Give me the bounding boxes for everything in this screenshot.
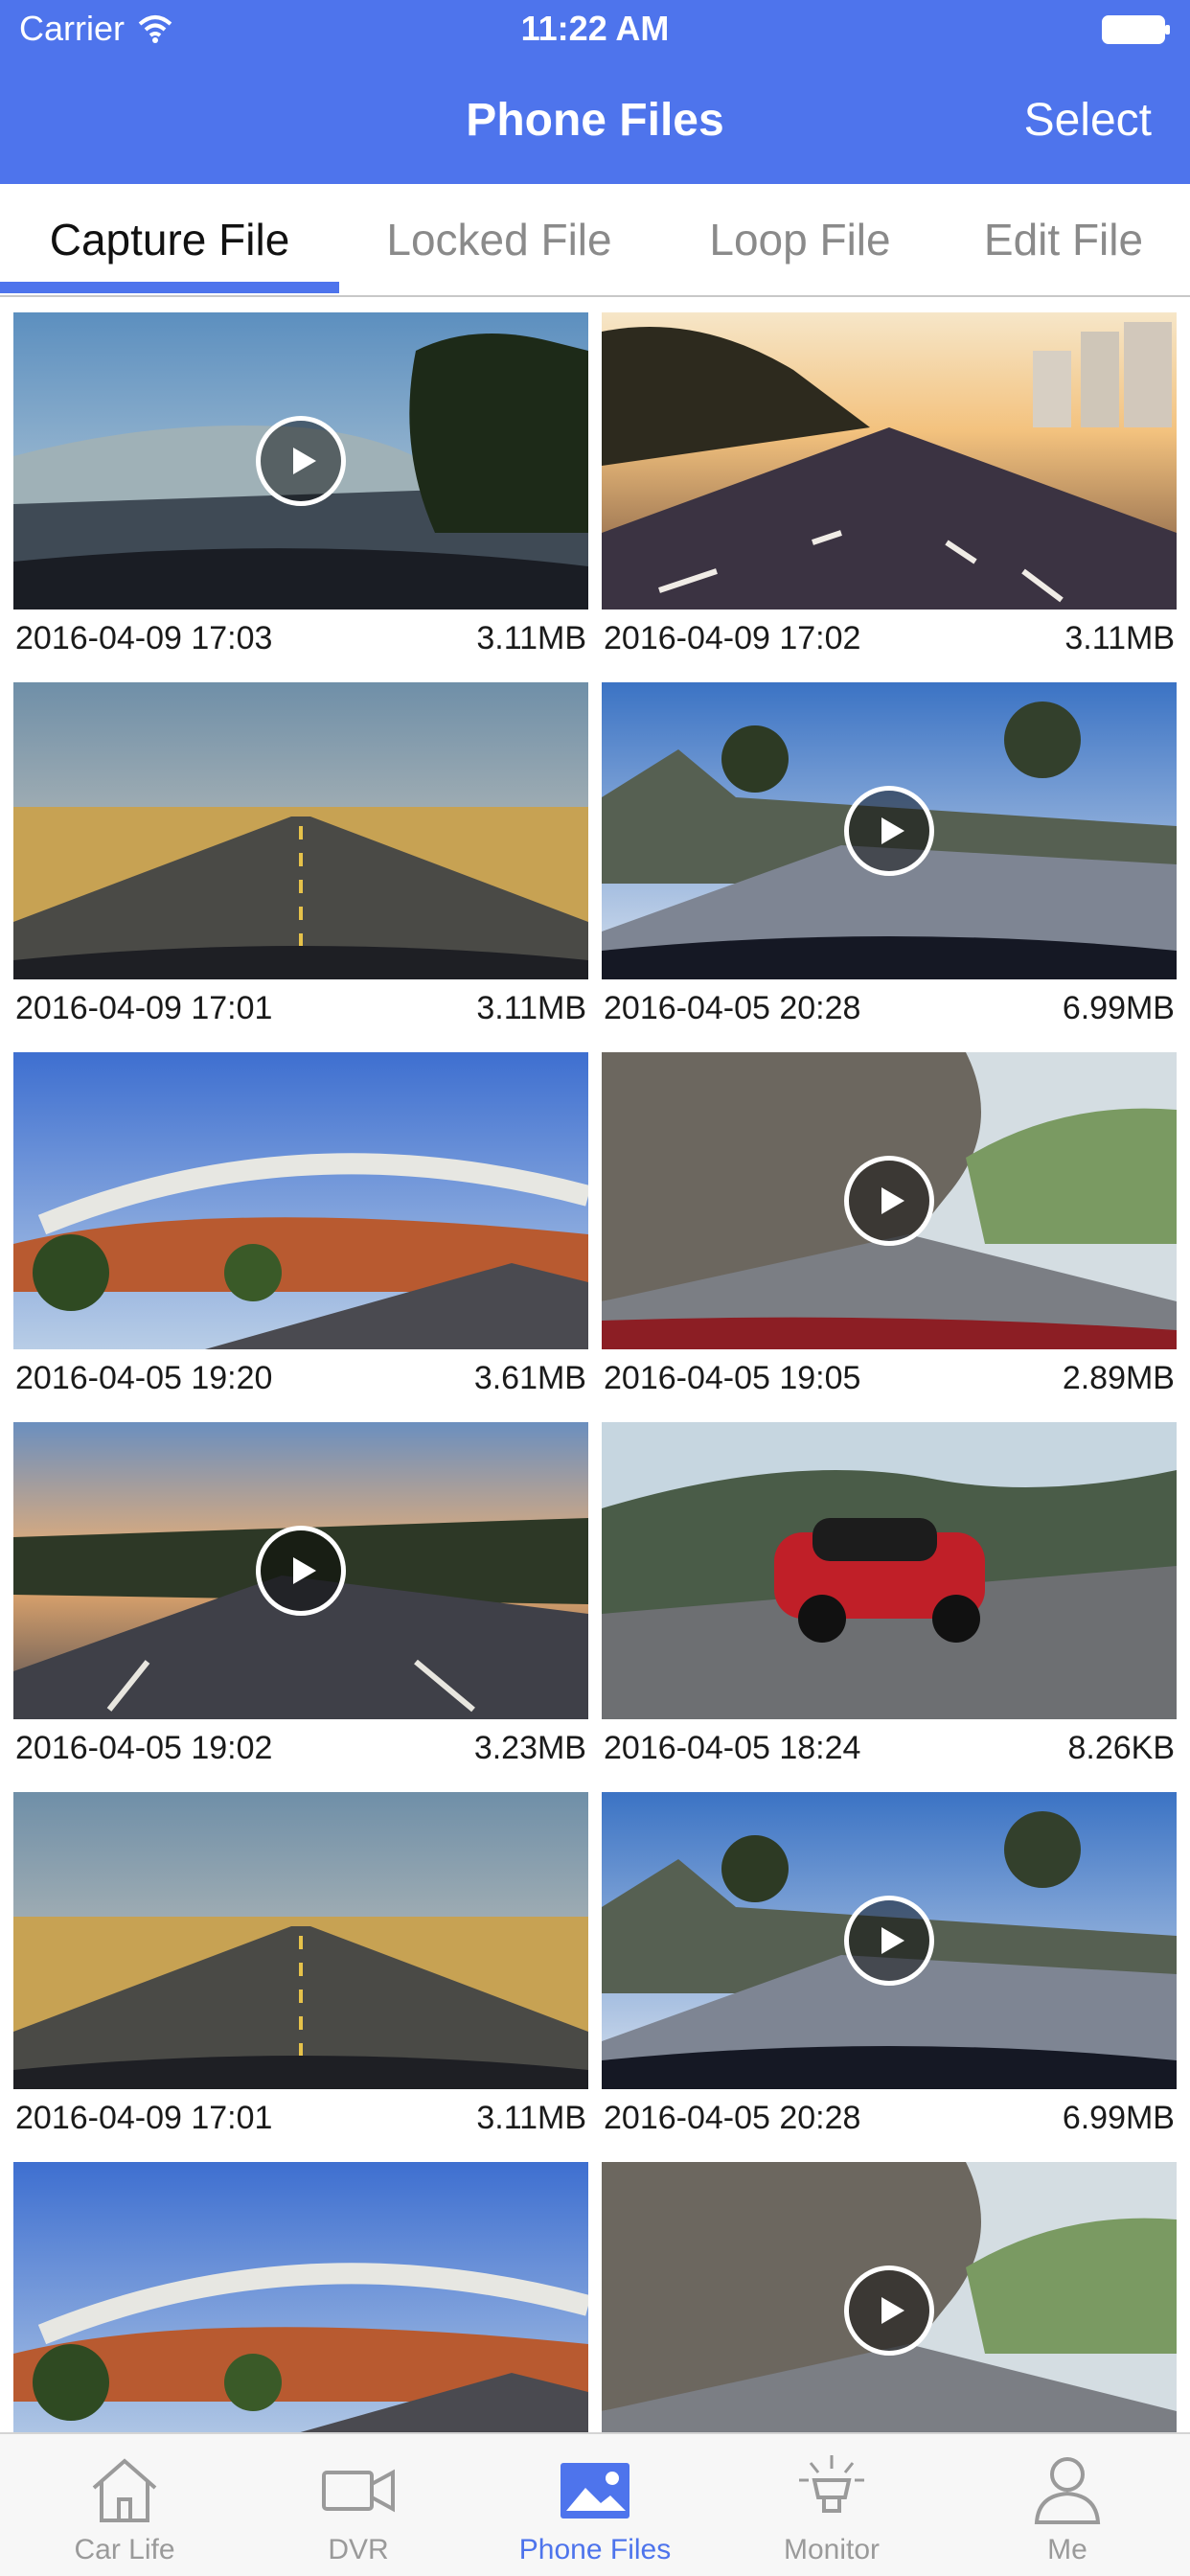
tab-label: DVR <box>328 2534 389 2565</box>
file-card[interactable]: 2016-04-05 19:05 2.89MB <box>602 1052 1177 1422</box>
video-thumbnail[interactable] <box>602 1792 1177 2089</box>
navigation-bar: Phone Files Select <box>0 58 1190 184</box>
file-date: 2016-04-05 19:05 <box>604 1360 861 1396</box>
play-icon[interactable] <box>256 416 346 506</box>
play-icon[interactable] <box>844 1896 934 1986</box>
video-camera-icon <box>322 2469 395 2513</box>
file-size: 3.23MB <box>473 1730 586 1766</box>
file-card[interactable]: 2016-04-05 18:24 8.26KB <box>602 1422 1177 1792</box>
person-icon <box>1034 2457 1101 2524</box>
file-card[interactable] <box>602 2162 1177 2432</box>
lamp-icon <box>799 2455 864 2513</box>
file-type-tabs: Capture File Locked File Loop File Edit … <box>0 184 1190 297</box>
tab-label: Me <box>1047 2534 1087 2565</box>
file-card[interactable]: 2016-04-05 20:28 6.99MB <box>602 682 1177 1052</box>
file-date: 2016-04-05 20:28 <box>604 2100 861 2136</box>
bottom-tab-bar: Car Life DVR Phone Files Monitor Me <box>0 2432 1190 2576</box>
file-size: 3.11MB <box>476 620 586 656</box>
play-icon[interactable] <box>844 1156 934 1246</box>
file-size: 3.11MB <box>1064 620 1175 656</box>
file-size: 3.61MB <box>473 1360 586 1396</box>
file-card[interactable]: 2016-04-09 17:01 3.11MB <box>13 682 588 1052</box>
file-date: 2016-04-05 19:20 <box>15 1360 273 1396</box>
tab-phone-files[interactable]: Phone Files <box>476 2434 714 2576</box>
file-size: 3.11MB <box>476 990 586 1026</box>
tab-monitor[interactable]: Monitor <box>713 2434 950 2576</box>
file-size: 8.26KB <box>1067 1730 1175 1766</box>
select-button[interactable]: Select <box>1024 92 1152 150</box>
file-date: 2016-04-09 17:02 <box>604 620 861 656</box>
tab-edit-file[interactable]: Edit File <box>949 184 1179 295</box>
status-time: 11:22 AM <box>520 9 670 48</box>
video-thumbnail[interactable] <box>602 682 1177 979</box>
file-card[interactable]: 2016-04-05 20:28 6.99MB <box>602 1792 1177 2162</box>
file-date: 2016-04-09 17:01 <box>15 990 273 1026</box>
tab-locked-file[interactable]: Locked File <box>358 184 640 295</box>
file-date: 2016-04-05 19:02 <box>15 1730 273 1766</box>
file-card[interactable]: 2016-04-09 17:02 3.11MB <box>602 312 1177 682</box>
tab-label: Monitor <box>783 2534 881 2565</box>
tab-car-life[interactable]: Car Life <box>6 2434 243 2576</box>
video-thumbnail[interactable] <box>13 682 588 979</box>
play-icon[interactable] <box>256 1526 346 1616</box>
tab-capture-file[interactable]: Capture File <box>0 184 339 295</box>
video-thumbnail[interactable] <box>13 312 588 610</box>
video-thumbnail[interactable] <box>13 2162 588 2432</box>
file-card[interactable] <box>13 2162 588 2432</box>
page-title: Phone Files <box>466 95 724 146</box>
file-card[interactable]: 2016-04-05 19:20 3.61MB <box>13 1052 588 1422</box>
battery-icon <box>1102 15 1171 44</box>
file-size: 6.99MB <box>1062 990 1175 1026</box>
video-thumbnail[interactable] <box>602 1052 1177 1349</box>
file-size: 3.11MB <box>476 2100 586 2136</box>
file-card[interactable]: 2016-04-05 19:02 3.23MB <box>13 1422 588 1792</box>
video-thumbnail[interactable] <box>13 1422 588 1719</box>
video-thumbnail[interactable] <box>602 2162 1177 2432</box>
tab-dvr[interactable]: DVR <box>240 2434 477 2576</box>
tab-label: Car Life <box>74 2534 175 2565</box>
tab-me[interactable]: Me <box>949 2434 1186 2576</box>
file-date: 2016-04-09 17:03 <box>15 620 273 656</box>
file-date: 2016-04-09 17:01 <box>15 2100 273 2136</box>
tab-loop-file[interactable]: Loop File <box>661 184 939 295</box>
video-thumbnail[interactable] <box>13 1792 588 2089</box>
file-size: 6.99MB <box>1062 2100 1175 2136</box>
file-card[interactable]: 2016-04-09 17:01 3.11MB <box>13 1792 588 2162</box>
video-thumbnail[interactable] <box>602 312 1177 610</box>
file-card[interactable]: 2016-04-09 17:03 3.11MB <box>13 312 588 682</box>
photo-thumbnail[interactable] <box>602 1422 1177 1719</box>
file-grid: 2016-04-09 17:03 3.11MB 2016-04-09 17:02… <box>0 297 1190 2432</box>
file-date: 2016-04-05 20:28 <box>604 990 861 1026</box>
video-thumbnail[interactable] <box>13 1052 588 1349</box>
photo-icon <box>561 2463 629 2518</box>
active-tab-indicator <box>0 282 339 293</box>
house-icon <box>92 2458 157 2522</box>
play-icon[interactable] <box>844 2266 934 2356</box>
play-icon[interactable] <box>844 786 934 876</box>
tab-label: Phone Files <box>518 2534 672 2565</box>
file-date: 2016-04-05 18:24 <box>604 1730 861 1766</box>
status-bar: Carrier 11:22 AM <box>0 0 1190 58</box>
file-size: 2.89MB <box>1062 1360 1175 1396</box>
